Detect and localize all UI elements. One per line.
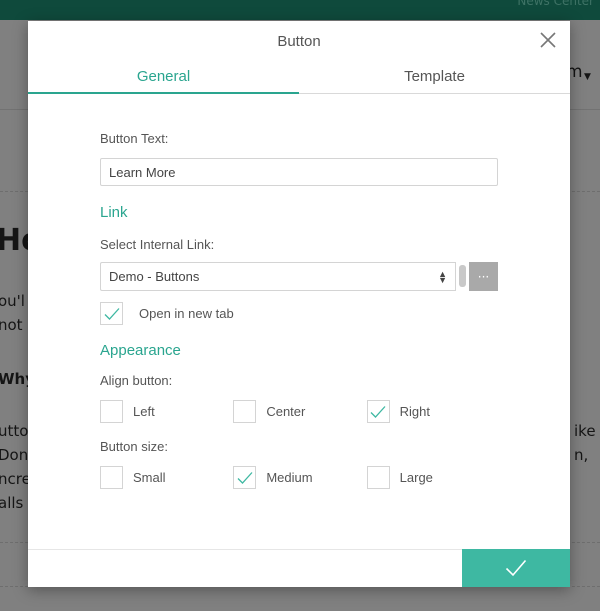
open-new-tab-checkbox[interactable] [100, 302, 123, 325]
button-settings-modal: Button General Template Button Text: Lin… [28, 21, 570, 587]
checkmark-icon [505, 559, 527, 577]
align-right-option: Right [366, 400, 500, 423]
align-options: Left Center Right [100, 400, 500, 423]
background-paragraph: ou'l [0, 292, 25, 310]
open-new-tab-row: Open in new tab [100, 302, 500, 325]
align-left-label: Left [133, 404, 155, 419]
size-large-option: Large [366, 466, 500, 489]
size-small-checkbox[interactable] [100, 466, 123, 489]
appearance-section-heading: Appearance [100, 342, 181, 359]
size-medium-label: Medium [266, 470, 313, 485]
align-center-option: Center [233, 400, 366, 423]
background-paragraph: alls [0, 494, 24, 512]
internal-link-select[interactable]: Demo - Buttons ▲ ▼ [100, 262, 455, 291]
align-left-option: Left [100, 400, 233, 423]
align-center-label: Center [266, 404, 306, 419]
background-paragraph: utto [0, 422, 29, 440]
select-separator [455, 262, 456, 291]
size-large-checkbox[interactable] [366, 466, 390, 489]
modal-header: Button [28, 21, 570, 61]
confirm-button[interactable] [462, 549, 570, 587]
background-paragraph: Don [0, 446, 29, 464]
internal-link-selected-value: Demo - Buttons [109, 269, 200, 284]
align-center-checkbox[interactable] [233, 400, 257, 423]
align-right-checkbox[interactable] [366, 400, 390, 423]
modal-tabs: General Template [28, 61, 570, 94]
background-paragraph: n, [574, 446, 589, 464]
tab-general[interactable]: General [28, 61, 299, 94]
size-large-label: Large [399, 470, 433, 485]
background-nav-caret-icon: ▼ [584, 72, 591, 82]
more-options-button[interactable]: ··· [469, 262, 498, 291]
size-small-option: Small [100, 466, 233, 489]
size-medium-option: Medium [233, 466, 366, 489]
button-text-label: Button Text: [100, 131, 169, 146]
background-topbar: News Center [0, 0, 600, 20]
news-center-link: News Center [517, 0, 594, 8]
internal-link-select-group: Demo - Buttons ▲ ▼ ··· [100, 262, 498, 291]
tab-template[interactable]: Template [299, 61, 570, 93]
size-options: Small Medium Large [100, 466, 500, 489]
button-size-label: Button size: [100, 439, 168, 454]
background-paragraph: not [0, 316, 23, 334]
close-icon[interactable] [538, 30, 558, 50]
link-section-heading: Link [100, 204, 128, 221]
align-button-label: Align button: [100, 373, 173, 388]
modal-footer [28, 549, 570, 587]
align-left-checkbox[interactable] [100, 400, 123, 423]
general-tab-content: Button Text: Link Select Internal Link: … [100, 131, 500, 489]
button-text-input[interactable] [100, 158, 498, 186]
open-new-tab-label: Open in new tab [139, 306, 234, 321]
checkmark-icon [104, 307, 119, 320]
background-paragraph: ike [574, 422, 596, 440]
size-small-label: Small [133, 470, 166, 485]
align-right-label: Right [399, 404, 431, 419]
scroll-handle[interactable] [459, 265, 466, 287]
checkmark-icon [370, 405, 386, 418]
internal-link-label: Select Internal Link: [100, 237, 215, 252]
background-paragraph: ncre [0, 470, 31, 488]
modal-title: Button [277, 32, 321, 50]
size-medium-checkbox[interactable] [233, 466, 257, 489]
checkmark-icon [237, 471, 253, 484]
select-arrows-icon: ▲ ▼ [438, 268, 447, 285]
